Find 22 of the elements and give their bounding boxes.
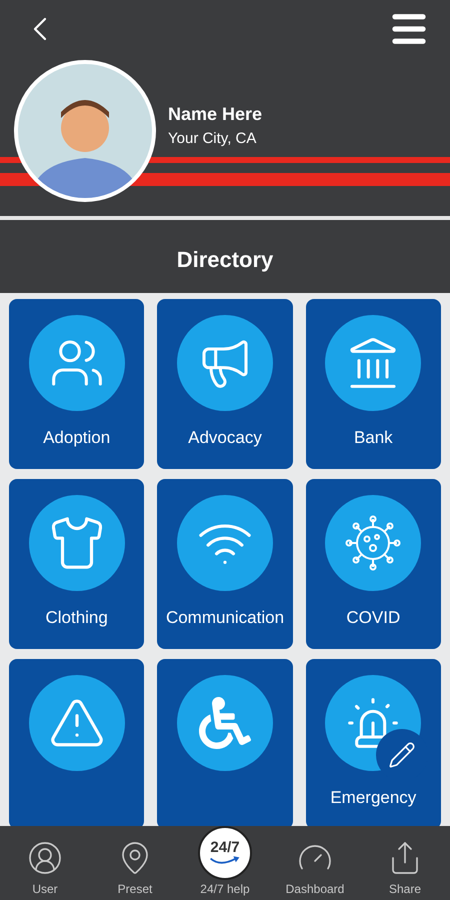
user-icon [27,840,63,876]
profile-name: Name Here [168,103,262,126]
help-badge[interactable]: 24/7 [198,826,252,880]
nav-item[interactable]: Preset [90,826,180,900]
virus-icon [343,513,404,573]
category-tile[interactable] [9,659,144,826]
pencil-icon [388,741,416,769]
category-tile[interactable]: Advocacy [157,299,293,469]
category-tile[interactable] [157,659,293,826]
category-tile[interactable]: Clothing [9,479,144,649]
category-tile[interactable]: Emergency [306,659,441,826]
category-tile[interactable]: Adoption [9,299,144,469]
category-tile[interactable]: COVID [306,479,441,649]
category-tile[interactable]: Bank [306,299,441,469]
nav-item[interactable]: Share [360,826,450,900]
profile-location: Your City, CA [168,129,258,150]
nav-label: 24/7 help [200,881,250,898]
section-title: Directory [176,246,274,274]
category-tile[interactable]: Communication [157,479,293,649]
nav-item[interactable]: User [0,826,90,900]
nav-item[interactable]: Dashboard [270,826,360,900]
wheelchair-icon [198,697,251,749]
